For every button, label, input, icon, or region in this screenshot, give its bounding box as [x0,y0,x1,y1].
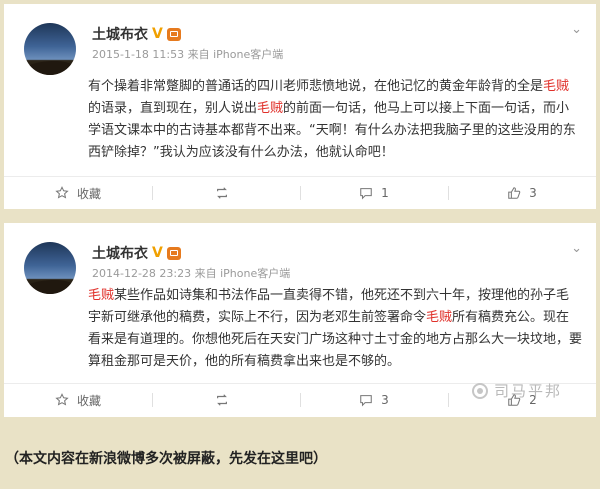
highlighted-name: 毛贼 [257,101,284,116]
highlighted-name: 毛贼 [426,310,453,325]
star-icon [55,186,69,199]
comment-count: 1 [381,186,389,200]
watermark: 司马平邦 [471,380,562,401]
comment-icon [360,188,372,200]
weibo-post-card: 土城布衣 V ⌄ 2015-1-18 11:53 来自 iPhone客户端 有个… [4,4,596,209]
repost-icon [217,394,227,406]
star-icon [55,393,69,406]
member-badge-icon [166,246,181,260]
chevron-down-icon[interactable]: ⌄ [571,22,582,37]
favorite-button[interactable]: 收藏 [4,385,152,415]
wechat-logo-icon [471,382,488,399]
verified-icon: V [152,245,163,261]
user-avatar[interactable] [24,242,76,294]
favorite-label: 收藏 [76,393,101,408]
repost-button[interactable] [152,178,300,208]
watermark-text: 司马平邦 [493,382,562,400]
repost-icon [217,187,227,199]
highlighted-name: 毛贼 [88,288,115,303]
post-timestamp[interactable]: 2014-12-28 23:23 [92,267,191,280]
chevron-down-icon[interactable]: ⌄ [571,241,582,256]
post-meta: 2014-12-28 23:23 来自 iPhone客户端 [92,265,290,281]
post-text-segment: 有个操着非常蹩脚的普通话的四川老师悲愤地说，在他记忆的黄金年龄背的全是 [88,79,544,94]
post-timestamp[interactable]: 2015-1-18 11:53 [92,48,184,61]
comment-button[interactable]: 1 [300,178,448,208]
highlighted-name: 毛贼 [543,79,570,94]
comment-count: 3 [381,393,389,407]
comment-button[interactable]: 3 [300,385,448,415]
repost-button[interactable] [152,385,300,415]
post-source: 来自 iPhone客户端 [187,48,284,61]
post-text: 毛贼某些作品如诗集和书法作品一直卖得不错，他死还不到六十年，按理他的孙子毛宇新可… [88,285,582,373]
post-author[interactable]: 土城布衣 V [92,243,181,263]
post-author[interactable]: 土城布衣 V [92,24,181,44]
footer-note: （本文内容在新浪微博多次被屏蔽，先发在这里吧） [5,451,327,467]
author-name[interactable]: 土城布衣 [92,243,148,263]
post-actions: 收藏 1 3 [4,178,596,208]
favorite-label: 收藏 [76,186,101,201]
thumbs-up-icon [508,187,521,199]
comment-icon [360,395,372,407]
like-count: 3 [529,186,537,200]
divider [4,176,596,177]
favorite-button[interactable]: 收藏 [4,178,152,208]
like-button[interactable]: 3 [448,178,596,208]
post-text-segment: 的语录，直到现在，别人说出 [88,101,258,116]
member-badge-icon [166,27,181,41]
post-source: 来自 iPhone客户端 [194,267,291,280]
post-meta: 2015-1-18 11:53 来自 iPhone客户端 [92,46,283,62]
verified-icon: V [152,26,163,42]
author-name[interactable]: 土城布衣 [92,24,148,44]
post-text: 有个操着非常蹩脚的普通话的四川老师悲愤地说，在他记忆的黄金年龄背的全是毛贼的语录… [88,76,582,164]
user-avatar[interactable] [24,23,76,75]
